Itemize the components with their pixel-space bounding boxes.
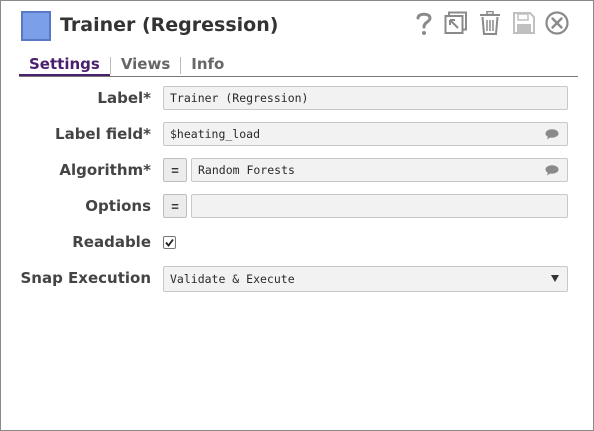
label-field-field-label: Label field* <box>55 125 151 143</box>
options-input[interactable] <box>191 194 568 218</box>
save-icon[interactable] <box>511 9 537 37</box>
options-label: Options <box>85 197 151 215</box>
readable-checkbox[interactable] <box>163 236 176 249</box>
label-field-input-value: $heating_load <box>170 127 261 141</box>
chevron-down-icon <box>551 275 559 282</box>
snap-execution-label: Snap Execution <box>20 269 151 287</box>
algorithm-input-value: Random Forests <box>198 163 295 177</box>
trash-icon[interactable] <box>477 9 503 37</box>
close-icon[interactable] <box>544 9 570 37</box>
export-icon[interactable] <box>443 9 469 37</box>
algorithm-expression-toggle[interactable]: = <box>163 158 187 182</box>
snap-execution-select[interactable]: Validate & Execute <box>163 266 568 292</box>
algorithm-label: Algorithm* <box>59 161 151 179</box>
tab-views[interactable]: Views <box>111 53 180 77</box>
snap-color-swatch <box>21 11 51 41</box>
dialog-title: Trainer (Regression) <box>60 14 279 36</box>
snap-execution-value: Validate & Execute <box>170 272 295 286</box>
help-icon[interactable] <box>411 9 437 37</box>
tab-info[interactable]: Info <box>181 53 234 77</box>
label-field-label: Label* <box>97 89 151 107</box>
comment-icon[interactable] <box>545 165 559 176</box>
label-input[interactable]: Trainer (Regression) <box>163 86 568 110</box>
readable-label: Readable <box>72 233 151 251</box>
options-expression-toggle[interactable]: = <box>163 194 187 218</box>
label-input-value: Trainer (Regression) <box>170 91 309 105</box>
algorithm-input[interactable]: Random Forests <box>191 158 568 182</box>
checkmark-icon <box>165 238 174 247</box>
snap-settings-dialog: Trainer (Regression) Settings Views Info… <box>0 0 594 431</box>
label-field-input[interactable]: $heating_load <box>163 122 568 146</box>
tab-underline <box>19 76 578 77</box>
tab-settings[interactable]: Settings <box>19 53 110 77</box>
tab-bar: Settings Views Info <box>19 53 234 77</box>
comment-icon[interactable] <box>545 129 559 140</box>
